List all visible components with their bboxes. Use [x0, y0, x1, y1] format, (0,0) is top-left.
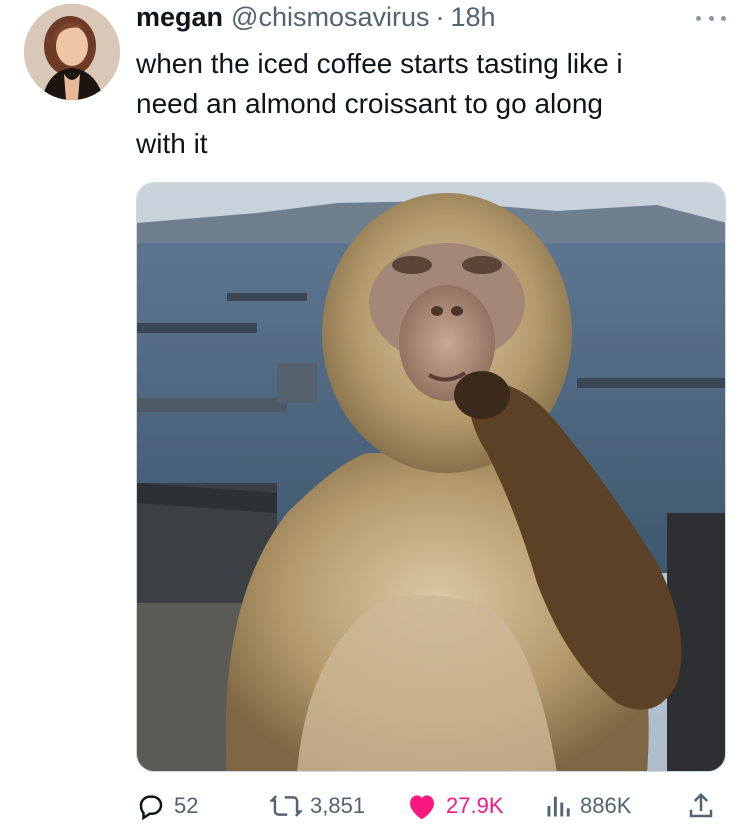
- timestamp[interactable]: 18h: [450, 2, 495, 33]
- share-icon: [689, 792, 713, 818]
- avatar[interactable]: [24, 4, 120, 100]
- view-count: 886K: [580, 793, 632, 818]
- avatar-image: [24, 4, 120, 100]
- reply-count: 52: [174, 793, 199, 818]
- author-name[interactable]: megan: [136, 2, 223, 33]
- retweet-count: 3,851: [310, 793, 366, 818]
- tweet-card: megan @chismosavirus · 18h when the iced…: [0, 0, 750, 834]
- action-bar: 52 3,851 27.9K 886K: [136, 786, 726, 826]
- retweet-button[interactable]: 3,851: [270, 786, 365, 826]
- like-button[interactable]: 27.9K: [406, 786, 504, 826]
- share-button[interactable]: [686, 786, 724, 826]
- monkey-photo-icon: [137, 183, 725, 771]
- separator-dot: ·: [435, 2, 445, 32]
- reply-icon: [139, 795, 163, 821]
- analytics-icon: [547, 796, 570, 817]
- like-count: 27.9K: [446, 793, 504, 818]
- retweet-icon: [270, 795, 302, 817]
- heart-icon: [410, 795, 434, 820]
- tweet-header: megan @chismosavirus · 18h: [136, 2, 496, 36]
- tweet-image[interactable]: [136, 182, 726, 772]
- author-handle[interactable]: @chismosavirus: [231, 2, 429, 33]
- views-button[interactable]: 886K: [544, 786, 631, 826]
- tweet-text: when the iced coffee starts tasting like…: [136, 48, 623, 159]
- more-options-icon[interactable]: [696, 8, 726, 28]
- reply-button[interactable]: 52: [136, 786, 198, 826]
